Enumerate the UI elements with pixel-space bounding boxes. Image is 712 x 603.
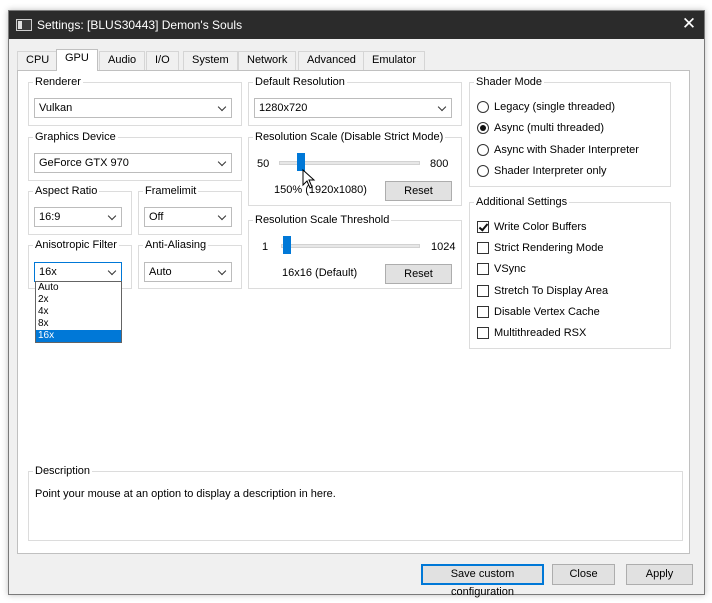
dropdown-option-2x[interactable]: 2x [36,294,121,306]
dropdown-option-4x[interactable]: 4x [36,306,121,318]
graphics-device-select[interactable]: GeForce GTX 970 [34,153,232,173]
framelimit-value: Off [149,211,164,223]
close-icon[interactable]: ✕ [680,15,698,33]
additional-settings-legend: Additional Settings [476,196,568,208]
aspect-ratio-legend: Aspect Ratio [35,185,98,197]
chevron-down-icon [107,266,117,276]
threshold-max-label: 1024 [431,241,456,253]
tab-system[interactable]: System [183,51,238,70]
chevron-down-icon [107,211,117,221]
anti-aliasing-value: Auto [149,266,172,278]
threshold-reset-button[interactable]: Reset [385,264,452,284]
checkbox-row[interactable]: Disable Vertex Cache [477,304,667,320]
shader-mode-option-label: Async (multi threaded) [494,122,605,134]
aspect-ratio-value: 16:9 [39,211,61,223]
apply-button[interactable]: Apply [626,564,693,585]
checkbox-row[interactable]: Stretch To Display Area [477,283,667,299]
dropdown-option-16x[interactable]: 16x [36,330,121,342]
shader-mode-option[interactable]: Async (multi threaded) [477,120,667,136]
checkbox-label: Strict Rendering Mode [494,242,604,254]
dropdown-option-8x[interactable]: 8x [36,318,121,330]
anisotropic-filter-value: 16x [39,266,57,278]
radio-button[interactable] [477,165,489,177]
description-group: Description [28,465,683,541]
tab-advanced[interactable]: Advanced [298,51,365,70]
radio-button[interactable] [477,144,489,156]
checkbox[interactable] [477,263,489,275]
checkbox-row[interactable]: Strict Rendering Mode [477,240,667,256]
anisotropic-filter-legend: Anisotropic Filter [35,239,117,251]
chevron-down-icon [217,266,227,276]
anisotropic-filter-dropdown: Auto 2x 4x 8x 16x [35,281,122,343]
shader-mode-option-label: Legacy (single threaded) [494,101,616,113]
resolution-scale-reset-button[interactable]: Reset [385,181,452,201]
default-resolution-select[interactable]: 1280x720 [254,98,452,118]
checkbox[interactable] [477,242,489,254]
checkbox[interactable] [477,221,489,233]
resolution-scale-threshold-legend: Resolution Scale Threshold [255,214,390,226]
default-resolution-value: 1280x720 [259,102,308,114]
shader-mode-legend: Shader Mode [476,76,543,88]
tab-io[interactable]: I/O [146,51,179,70]
tab-cpu[interactable]: CPU [17,51,59,70]
dropdown-option-auto[interactable]: Auto [36,282,121,294]
chevron-down-icon [217,211,227,221]
shader-mode-option[interactable]: Async with Shader Interpreter [477,142,667,158]
radio-button[interactable] [477,101,489,113]
checkbox[interactable] [477,306,489,318]
tab-network[interactable]: Network [238,51,297,70]
chevron-down-icon [217,157,227,167]
checkbox-label: Multithreaded RSX [494,327,587,339]
checkbox-row[interactable]: Multithreaded RSX [477,325,667,341]
close-button[interactable]: Close [552,564,615,585]
checkbox[interactable] [477,285,489,297]
threshold-min-label: 1 [262,241,269,253]
default-resolution-legend: Default Resolution [255,76,345,88]
save-custom-configuration-button[interactable]: Save custom configuration [421,564,544,598]
anti-aliasing-select[interactable]: Auto [144,262,232,282]
checkbox-row[interactable]: Write Color Buffers [477,219,667,235]
description-legend: Description [35,465,91,477]
resolution-scale-legend: Resolution Scale (Disable Strict Mode) [255,131,444,143]
renderer-value: Vulkan [39,102,73,114]
app-icon [16,19,32,31]
checkbox-row[interactable]: VSync [477,261,667,277]
renderer-select[interactable]: Vulkan [34,98,232,118]
threshold-slider-thumb[interactable] [282,236,291,254]
description-text: Point your mouse at an option to display… [35,488,336,500]
anisotropic-filter-select[interactable]: 16x [34,262,122,282]
checkbox-label: Stretch To Display Area [494,285,609,297]
framelimit-legend: Framelimit [145,185,197,197]
mouse-cursor-icon [302,169,316,189]
resolution-scale-min-label: 50 [257,158,270,170]
anti-aliasing-legend: Anti-Aliasing [145,239,207,251]
framelimit-select[interactable]: Off [144,207,232,227]
tab-audio[interactable]: Audio [99,51,146,70]
chevron-down-icon [437,102,447,112]
shader-mode-option[interactable]: Legacy (single threaded) [477,99,667,115]
threshold-value-label: 16x16 (Default) [282,267,358,279]
checkbox[interactable] [477,327,489,339]
checkbox-label: Disable Vertex Cache [494,306,600,318]
resolution-scale-max-label: 800 [430,158,449,170]
window-title: Settings: [BLUS30443] Demon's Souls [37,18,243,32]
tab-emulator[interactable]: Emulator [363,51,426,70]
checkbox-label: Write Color Buffers [494,221,587,233]
tab-gpu[interactable]: GPU [56,49,98,71]
chevron-down-icon [217,102,227,112]
aspect-ratio-select[interactable]: 16:9 [34,207,122,227]
shader-mode-option-label: Async with Shader Interpreter [494,144,639,156]
title-bar: Settings: [BLUS30443] Demon's Souls ✕ [9,11,704,39]
shader-mode-option[interactable]: Shader Interpreter only [477,163,667,179]
checkbox-label: VSync [494,263,526,275]
resolution-scale-value-label: 150% (1920x1080) [274,184,367,196]
shader-mode-option-label: Shader Interpreter only [494,165,607,177]
graphics-device-legend: Graphics Device [35,131,116,143]
radio-button[interactable] [477,122,489,134]
renderer-legend: Renderer [35,76,81,88]
threshold-track[interactable] [281,244,420,248]
graphics-device-value: GeForce GTX 970 [39,157,129,169]
